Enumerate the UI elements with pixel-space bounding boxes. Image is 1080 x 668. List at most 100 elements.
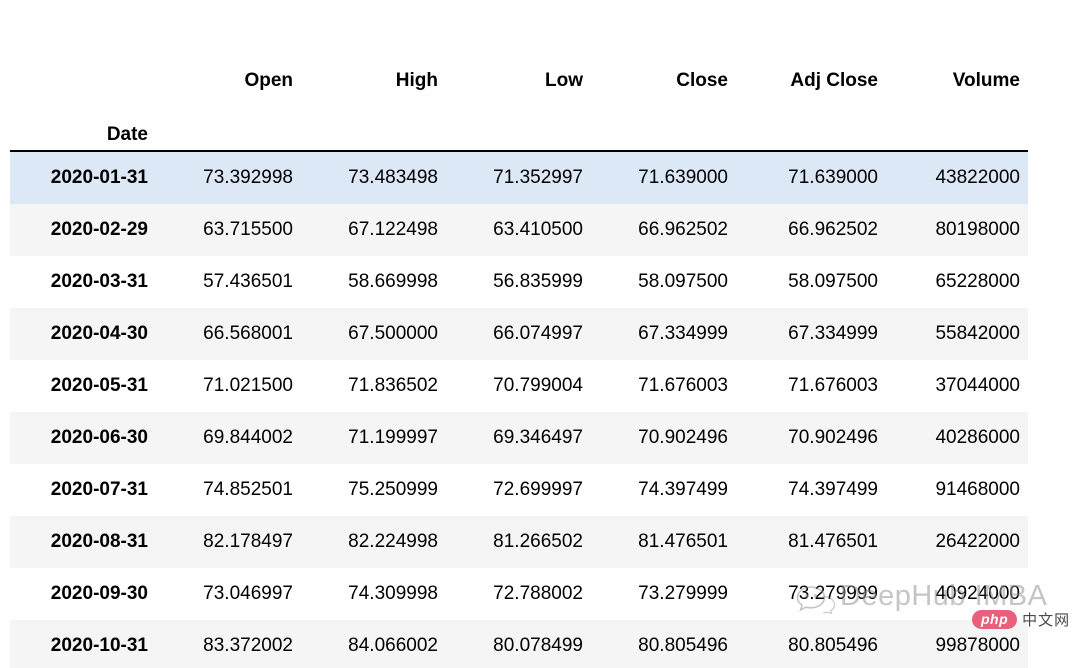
cell-open: 71.021500 bbox=[203, 375, 293, 396]
cell-close: 73.279999 bbox=[638, 583, 728, 604]
column-header-corner bbox=[10, 36, 156, 98]
cell-close: 58.097500 bbox=[638, 271, 728, 292]
column-header-high: High bbox=[395, 70, 438, 91]
cell-volume: 40924000 bbox=[935, 583, 1020, 604]
table-row: 2020-07-31 74.852501 75.250999 72.699997 74.… bbox=[10, 464, 1028, 516]
cell-volume: 65228000 bbox=[935, 271, 1020, 292]
row-index-date: 2020-01-31 bbox=[50, 167, 148, 188]
cell-open: 82.178497 bbox=[203, 531, 293, 552]
cell-high: 82.224998 bbox=[348, 531, 438, 552]
row-index-date: 2020-04-30 bbox=[50, 323, 148, 344]
cell-adj-close: 58.097500 bbox=[788, 271, 878, 292]
header-rule-adj-close bbox=[736, 98, 886, 152]
row-index-date: 2020-03-31 bbox=[50, 271, 148, 292]
row-index-date: 2020-02-29 bbox=[50, 219, 148, 240]
row-index-date: 2020-09-30 bbox=[50, 583, 148, 604]
cell-low: 63.410500 bbox=[493, 219, 583, 240]
cell-adj-close: 70.902496 bbox=[788, 427, 878, 448]
cell-open: 73.392998 bbox=[203, 167, 293, 188]
cell-open: 63.715500 bbox=[203, 219, 293, 240]
row-index-date: 2020-07-31 bbox=[50, 479, 148, 500]
cell-adj-close: 71.676003 bbox=[788, 375, 878, 396]
cell-low: 70.799004 bbox=[493, 375, 583, 396]
cell-high: 71.836502 bbox=[348, 375, 438, 396]
cell-high: 67.122498 bbox=[348, 219, 438, 240]
cell-close: 81.476501 bbox=[638, 531, 728, 552]
header-rule-high bbox=[301, 98, 446, 152]
column-header-open: Open bbox=[244, 70, 293, 91]
cell-adj-close: 74.397499 bbox=[788, 479, 878, 500]
cell-low: 56.835999 bbox=[493, 271, 583, 292]
cell-low: 81.266502 bbox=[493, 531, 583, 552]
cell-close: 66.962502 bbox=[638, 219, 728, 240]
column-header-row: Open High Low Close Adj Close Volume bbox=[10, 36, 1028, 98]
table-row: 2020-09-30 73.046997 74.309998 72.788002 73.… bbox=[10, 568, 1028, 620]
cell-low: 80.078499 bbox=[493, 635, 583, 656]
row-index-date: 2020-08-31 bbox=[50, 531, 148, 552]
cell-open: 57.436501 bbox=[203, 271, 293, 292]
header-rule-volume bbox=[886, 98, 1028, 152]
cell-open: 83.372002 bbox=[203, 635, 293, 656]
table-row: 2020-05-31 71.021500 71.836502 70.799004 71.… bbox=[10, 360, 1028, 412]
header-rule-close bbox=[591, 98, 736, 152]
column-header-close: Close bbox=[676, 70, 728, 91]
row-index-date: 2020-05-31 bbox=[50, 375, 148, 396]
cell-volume: 37044000 bbox=[935, 375, 1020, 396]
cell-low: 72.699997 bbox=[493, 479, 583, 500]
cell-adj-close: 66.962502 bbox=[788, 219, 878, 240]
dataframe-output-area: Open High Low Close Adj Close Volume Dat… bbox=[0, 0, 1080, 668]
table-row: 2020-08-31 82.178497 82.224998 81.266502 81.… bbox=[10, 516, 1028, 568]
table-row: 2020-06-30 69.844002 71.199997 69.346497 70.… bbox=[10, 412, 1028, 464]
cell-volume: 43822000 bbox=[935, 167, 1020, 188]
cell-volume: 26422000 bbox=[935, 531, 1020, 552]
cell-close: 70.902496 bbox=[638, 427, 728, 448]
cell-high: 67.500000 bbox=[348, 323, 438, 344]
column-header-adj-close: Adj Close bbox=[790, 70, 878, 91]
table-row: 2020-04-30 66.568001 67.500000 66.074997 67.… bbox=[10, 308, 1028, 360]
cell-high: 58.669998 bbox=[348, 271, 438, 292]
cell-adj-close: 80.805496 bbox=[788, 635, 878, 656]
table-body: 2020-01-31 73.392998 73.483498 71.352997 71.… bbox=[10, 151, 1028, 668]
cell-close: 74.397499 bbox=[638, 479, 728, 500]
cell-high: 74.309998 bbox=[348, 583, 438, 604]
cell-adj-close: 81.476501 bbox=[788, 531, 878, 552]
cell-low: 72.788002 bbox=[493, 583, 583, 604]
table-row: 2020-02-29 63.715500 67.122498 63.410500 66.… bbox=[10, 204, 1028, 256]
cell-close: 71.676003 bbox=[638, 375, 728, 396]
cell-volume: 55842000 bbox=[935, 323, 1020, 344]
index-name-date: Date bbox=[10, 98, 156, 152]
cell-open: 73.046997 bbox=[203, 583, 293, 604]
table-row: 2020-10-31 83.372002 84.066002 80.078499 80.… bbox=[10, 620, 1028, 668]
cell-open: 66.568001 bbox=[203, 323, 293, 344]
cell-low: 66.074997 bbox=[493, 323, 583, 344]
cell-adj-close: 73.279999 bbox=[788, 583, 878, 604]
cell-adj-close: 67.334999 bbox=[788, 323, 878, 344]
column-header-low: Low bbox=[545, 70, 583, 91]
header-rule-low bbox=[446, 98, 591, 152]
row-index-date: 2020-10-31 bbox=[50, 635, 148, 656]
cell-open: 69.844002 bbox=[203, 427, 293, 448]
cell-high: 75.250999 bbox=[348, 479, 438, 500]
cell-volume: 99878000 bbox=[935, 635, 1020, 656]
cell-open: 74.852501 bbox=[203, 479, 293, 500]
badge-label: 中文网 bbox=[1022, 610, 1071, 629]
dataframe-table: Open High Low Close Adj Close Volume Dat… bbox=[10, 36, 1028, 668]
cell-close: 67.334999 bbox=[638, 323, 728, 344]
table-header: Open High Low Close Adj Close Volume Dat… bbox=[10, 36, 1028, 152]
index-name-row: Date bbox=[10, 98, 1028, 152]
cell-adj-close: 71.639000 bbox=[788, 167, 878, 188]
header-rule-open bbox=[156, 98, 301, 152]
column-header-volume: Volume bbox=[952, 70, 1020, 91]
row-index-date: 2020-06-30 bbox=[50, 427, 148, 448]
cell-low: 71.352997 bbox=[493, 167, 583, 188]
cell-high: 73.483498 bbox=[348, 167, 438, 188]
cell-high: 71.199997 bbox=[348, 427, 438, 448]
cell-close: 80.805496 bbox=[638, 635, 728, 656]
cell-volume: 91468000 bbox=[935, 479, 1020, 500]
cell-volume: 40286000 bbox=[935, 427, 1020, 448]
cell-high: 84.066002 bbox=[348, 635, 438, 656]
table-row: 2020-01-31 73.392998 73.483498 71.352997 71.… bbox=[10, 151, 1028, 204]
cell-low: 69.346497 bbox=[493, 427, 583, 448]
cell-close: 71.639000 bbox=[638, 167, 728, 188]
cell-volume: 80198000 bbox=[935, 219, 1020, 240]
